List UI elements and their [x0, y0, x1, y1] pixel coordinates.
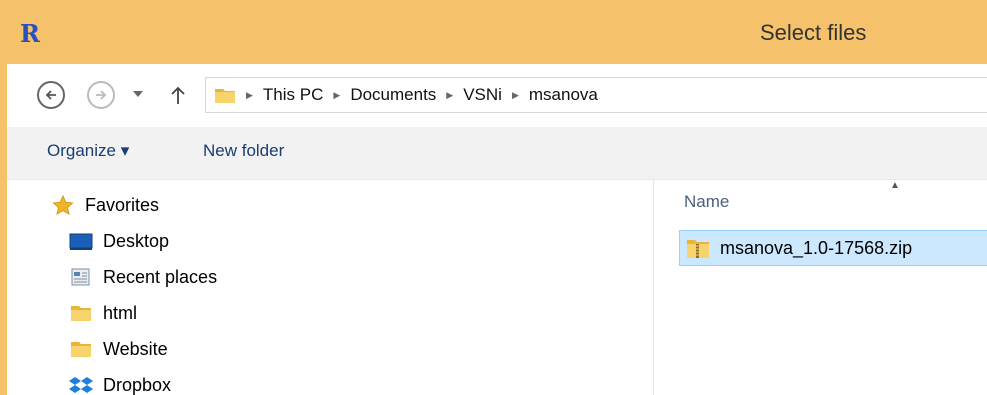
sort-ascending-icon: ▲ — [890, 180, 900, 191]
r-app-icon: R — [20, 19, 40, 48]
sidebar-item-website[interactable]: Website — [69, 336, 168, 362]
folder-icon — [71, 342, 91, 357]
sidebar-item-html[interactable]: html — [69, 300, 137, 326]
desktop-icon — [69, 233, 93, 250]
sidebar-item-label: Dropbox — [103, 374, 172, 395]
forward-arrow-icon — [96, 90, 107, 100]
breadcrumb: ▶ This PC ▶ Documents ▶ VSNi ▶ msanova — [214, 78, 598, 112]
sidebar-item-label: Recent places — [103, 266, 218, 287]
recent-places-icon — [71, 268, 90, 286]
file-row-selected[interactable]: msanova_1.0-17568.zip — [679, 230, 987, 266]
breadcrumb-separator-icon: ▶ — [446, 89, 454, 100]
dropbox-icon — [69, 377, 93, 393]
back-button[interactable] — [37, 81, 65, 109]
folder-icon — [71, 306, 91, 321]
organize-menu-button[interactable]: Organize ▾ — [47, 141, 129, 161]
up-arrow-icon[interactable] — [170, 85, 186, 105]
star-icon — [52, 195, 74, 215]
file-name: msanova_1.0-17568.zip — [720, 237, 913, 258]
file-dialog-window: R Select files ▶ This PC ▶ Documents ▶ V… — [0, 0, 987, 395]
forward-button[interactable] — [87, 81, 115, 109]
column-header-name[interactable]: Name — [684, 192, 729, 212]
address-bar-row: ▶ This PC ▶ Documents ▶ VSNi ▶ msanova — [7, 64, 987, 127]
breadcrumb-separator-icon: ▶ — [511, 89, 519, 100]
breadcrumb-item-documents[interactable]: Documents — [350, 85, 436, 105]
new-folder-button[interactable]: New folder — [203, 141, 284, 161]
address-field[interactable]: ▶ This PC ▶ Documents ▶ VSNi ▶ msanova — [205, 77, 987, 113]
sidebar-item-recent-places[interactable]: Recent places — [69, 264, 217, 290]
back-arrow-icon — [45, 90, 56, 100]
folder-icon — [215, 89, 235, 103]
sidebar-item-label: html — [103, 302, 138, 323]
file-list-pane[interactable]: ▲ Name msanova_1.0-17568.zip — [654, 180, 987, 395]
navigation-pane[interactable]: Favorites Desktop Recent places html Web… — [7, 180, 654, 395]
zip-folder-icon — [687, 240, 709, 258]
breadcrumb-separator-icon: ▶ — [246, 89, 253, 100]
sidebar-item-label: Favorites — [85, 194, 160, 215]
recent-locations-chevron-down-icon[interactable] — [133, 91, 143, 97]
breadcrumb-item-this-pc[interactable]: This PC — [263, 85, 323, 105]
sidebar-item-desktop[interactable]: Desktop — [69, 228, 169, 254]
dialog-client-area: ▶ This PC ▶ Documents ▶ VSNi ▶ msanova O… — [7, 64, 987, 395]
sidebar-item-favorites[interactable]: Favorites — [51, 192, 159, 218]
breadcrumb-item-vsni[interactable]: VSNi — [463, 85, 502, 105]
command-toolbar: Organize ▾ New folder — [7, 127, 987, 180]
window-title: Select files — [760, 20, 867, 45]
sidebar-item-label: Desktop — [103, 230, 170, 251]
title-bar[interactable]: R Select files — [0, 0, 987, 64]
sidebar-item-dropbox[interactable]: Dropbox — [69, 372, 171, 395]
breadcrumb-separator-icon: ▶ — [333, 89, 341, 100]
breadcrumb-item-msanova[interactable]: msanova — [529, 85, 598, 105]
sidebar-item-label: Website — [103, 338, 168, 359]
